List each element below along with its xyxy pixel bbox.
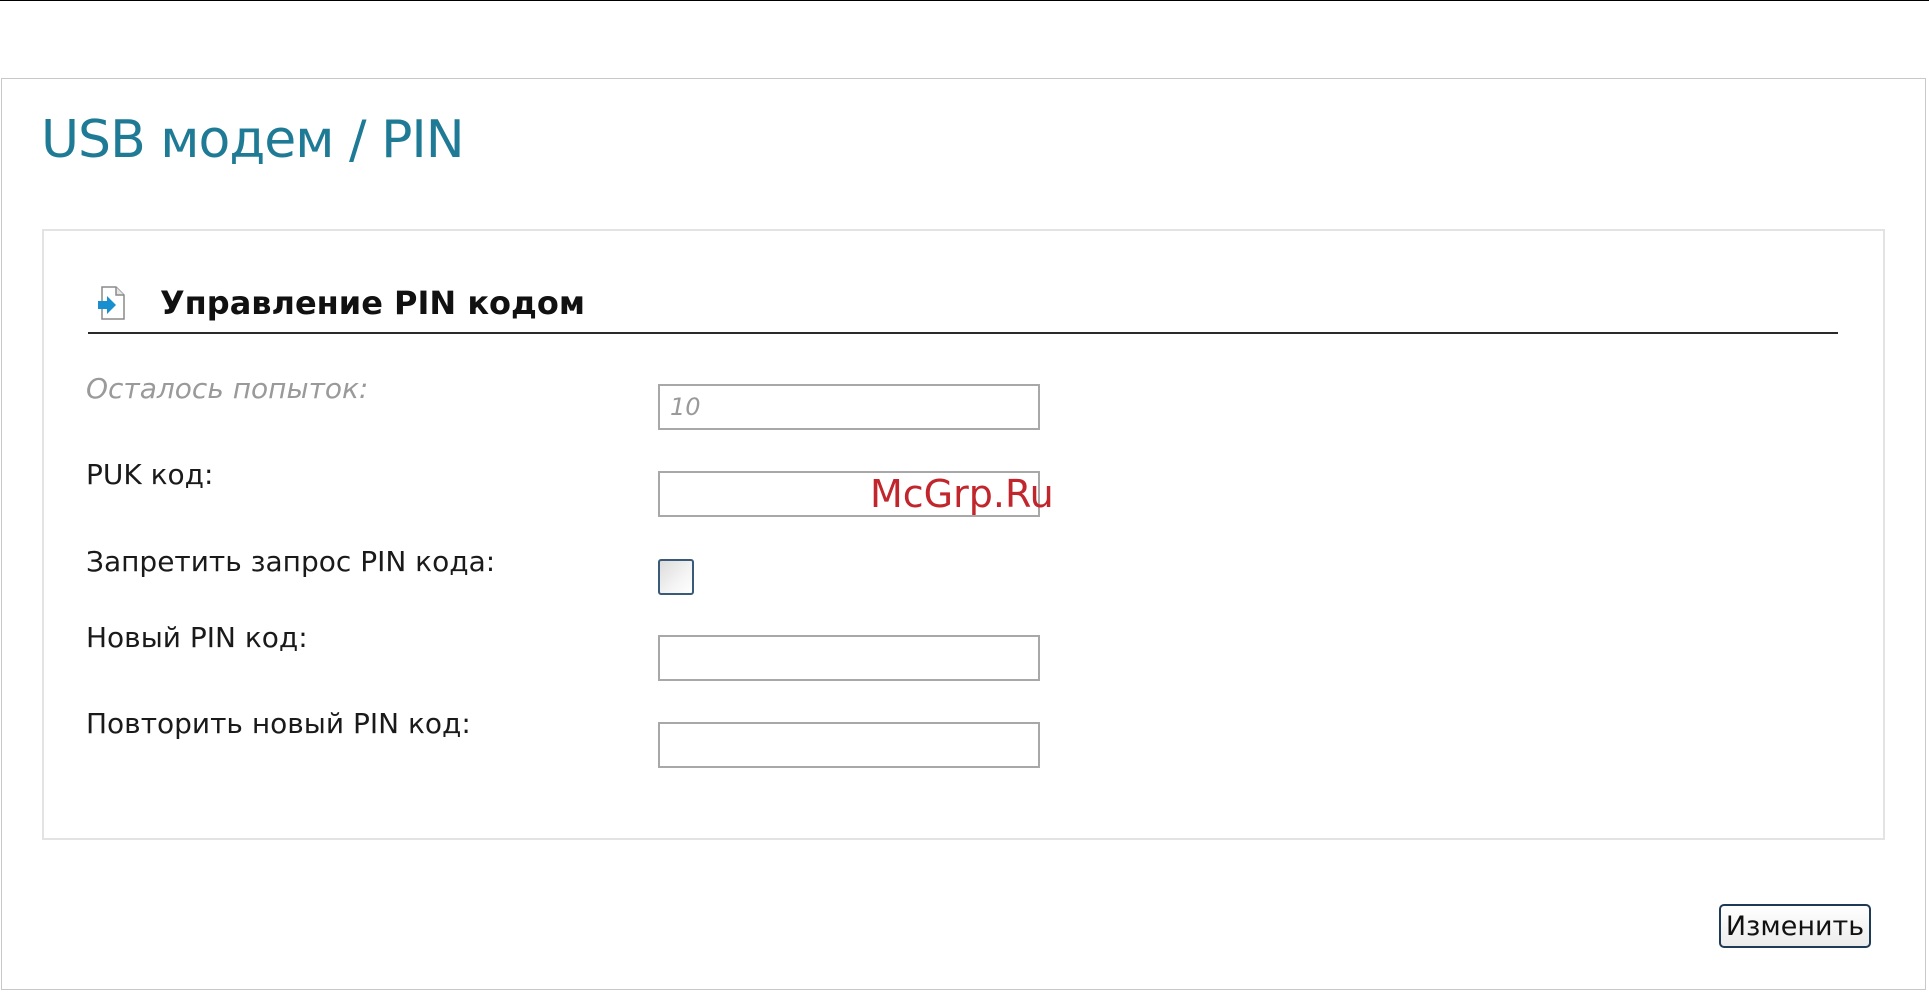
- apply-button[interactable]: Изменить: [1719, 904, 1871, 948]
- section-title: Управление PIN кодом: [160, 284, 586, 322]
- attempts-left-label: Осталось попыток:: [86, 372, 369, 405]
- disable-pin-request-checkbox[interactable]: [658, 559, 694, 595]
- attempts-left-field: [658, 384, 1040, 430]
- repeat-new-pin-input[interactable]: [658, 722, 1040, 768]
- section-header: Управление PIN кодом: [88, 282, 1838, 334]
- new-pin-label: Новый PIN код:: [86, 621, 308, 654]
- repeat-new-pin-label: Повторить новый PIN код:: [86, 707, 471, 740]
- new-pin-input[interactable]: [658, 635, 1040, 681]
- page-arrow-icon: [98, 286, 126, 320]
- puk-code-label: PUK код:: [86, 458, 214, 491]
- watermark-text: McGrp.Ru: [870, 472, 1054, 516]
- disable-pin-request-label: Запретить запрос PIN кода:: [86, 545, 496, 578]
- page-title: USB модем / PIN: [41, 110, 465, 170]
- top-divider: [0, 0, 1929, 1]
